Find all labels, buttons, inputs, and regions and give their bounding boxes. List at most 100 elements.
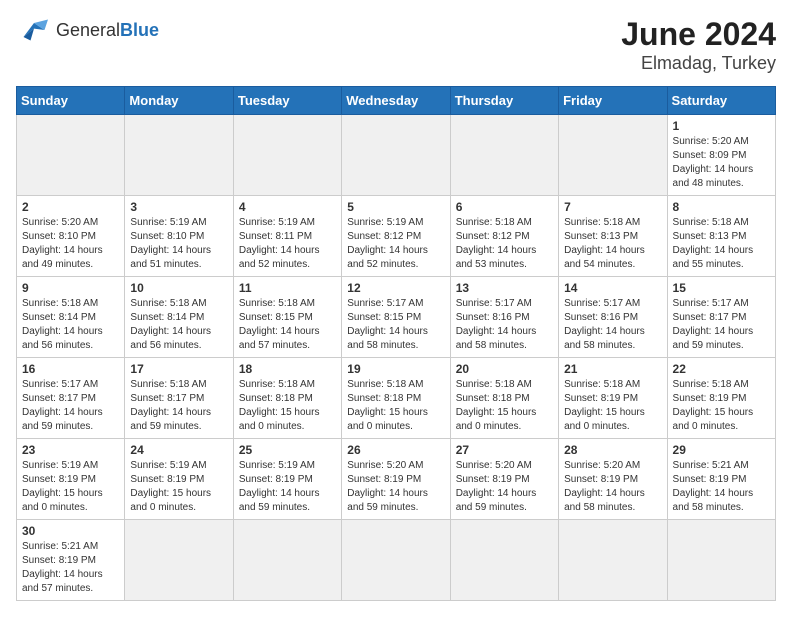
day-info: Sunrise: 5:18 AM Sunset: 8:18 PM Dayligh… xyxy=(239,378,336,434)
day-info: Sunrise: 5:18 AM Sunset: 8:12 PM Dayligh… xyxy=(456,216,553,272)
day-info: Sunrise: 5:20 AM Sunset: 8:09 PM Dayligh… xyxy=(673,135,770,191)
day-number: 5 xyxy=(347,200,444,214)
calendar-cell xyxy=(125,520,233,601)
day-number: 8 xyxy=(673,200,770,214)
col-friday: Friday xyxy=(559,87,667,115)
day-number: 7 xyxy=(564,200,661,214)
calendar-subtitle: Elmadag, Turkey xyxy=(621,53,776,74)
page-header: GeneralBlue June 2024 Elmadag, Turkey xyxy=(16,16,776,74)
day-number: 20 xyxy=(456,362,553,376)
day-number: 12 xyxy=(347,281,444,295)
calendar-cell: 11Sunrise: 5:18 AM Sunset: 8:15 PM Dayli… xyxy=(233,277,341,358)
day-number: 21 xyxy=(564,362,661,376)
calendar-cell xyxy=(450,115,558,196)
calendar-cell: 10 Sunrise: 5:18 AM Sunset: 8:14 PM Dayli… xyxy=(125,277,233,358)
col-saturday: Saturday xyxy=(667,87,775,115)
day-number: 2 xyxy=(22,200,119,214)
day-number: 11 xyxy=(239,281,336,295)
calendar-cell: 8 Sunrise: 5:18 AM Sunset: 8:13 PM Daylig… xyxy=(667,196,775,277)
week-row-6: 30 Sunrise: 5:21 AM Sunset: 8:19 PM Dayli… xyxy=(17,520,776,601)
calendar-cell: 17Sunrise: 5:18 AM Sunset: 8:17 PM Dayli… xyxy=(125,358,233,439)
week-row-2: 2 Sunrise: 5:20 AM Sunset: 8:10 PM Daylig… xyxy=(17,196,776,277)
calendar-cell: 5 Sunrise: 5:19 AM Sunset: 8:12 PM Daylig… xyxy=(342,196,450,277)
day-info: Sunrise: 5:18 AM Sunset: 8:14 PM Dayligh… xyxy=(130,297,227,353)
day-info: Sunrise: 5:19 AM Sunset: 8:19 PM Dayligh… xyxy=(22,459,119,515)
day-info: Sunrise: 5:20 AM Sunset: 8:10 PM Dayligh… xyxy=(22,216,119,272)
day-number: 18 xyxy=(239,362,336,376)
calendar-cell xyxy=(559,520,667,601)
calendar-cell: 27 Sunrise: 5:20 AM Sunset: 8:19 PM Dayli… xyxy=(450,439,558,520)
day-info: Sunrise: 5:17 AM Sunset: 8:17 PM Dayligh… xyxy=(673,297,770,353)
day-info: Sunrise: 5:18 AM Sunset: 8:19 PM Dayligh… xyxy=(673,378,770,434)
calendar-cell: 26 Sunrise: 5:20 AM Sunset: 8:19 PM Dayli… xyxy=(342,439,450,520)
calendar-cell xyxy=(233,520,341,601)
day-info: Sunrise: 5:19 AM Sunset: 8:19 PM Dayligh… xyxy=(130,459,227,515)
day-number: 14 xyxy=(564,281,661,295)
week-row-1: 1 Sunrise: 5:20 AM Sunset: 8:09 PM Daylig… xyxy=(17,115,776,196)
calendar-cell xyxy=(667,520,775,601)
day-info: Sunrise: 5:18 AM Sunset: 8:19 PM Dayligh… xyxy=(564,378,661,434)
day-info: Sunrise: 5:20 AM Sunset: 8:19 PM Dayligh… xyxy=(347,459,444,515)
day-number: 22 xyxy=(673,362,770,376)
day-number: 3 xyxy=(130,200,227,214)
week-row-4: 16 Sunrise: 5:17 AM Sunset: 8:17 PM Dayli… xyxy=(17,358,776,439)
day-number: 16 xyxy=(22,362,119,376)
day-info: Sunrise: 5:18 AM Sunset: 8:18 PM Dayligh… xyxy=(347,378,444,434)
calendar-cell: 16 Sunrise: 5:17 AM Sunset: 8:17 PM Dayli… xyxy=(17,358,125,439)
day-info: Sunrise: 5:18 AM Sunset: 8:14 PM Dayligh… xyxy=(22,297,119,353)
calendar-cell: 15 Sunrise: 5:17 AM Sunset: 8:17 PM Dayli… xyxy=(667,277,775,358)
logo-text: GeneralBlue xyxy=(56,20,159,41)
calendar-cell: 21 Sunrise: 5:18 AM Sunset: 8:19 PM Dayli… xyxy=(559,358,667,439)
calendar-title-block: June 2024 Elmadag, Turkey xyxy=(621,16,776,74)
day-info: Sunrise: 5:20 AM Sunset: 8:19 PM Dayligh… xyxy=(564,459,661,515)
calendar-cell: 6 Sunrise: 5:18 AM Sunset: 8:12 PM Daylig… xyxy=(450,196,558,277)
calendar-cell: 28 Sunrise: 5:20 AM Sunset: 8:19 PM Dayli… xyxy=(559,439,667,520)
calendar-cell: 20 Sunrise: 5:18 AM Sunset: 8:18 PM Dayli… xyxy=(450,358,558,439)
calendar-cell xyxy=(342,520,450,601)
day-info: Sunrise: 5:20 AM Sunset: 8:19 PM Dayligh… xyxy=(456,459,553,515)
col-wednesday: Wednesday xyxy=(342,87,450,115)
calendar-cell: 22 Sunrise: 5:18 AM Sunset: 8:19 PM Dayli… xyxy=(667,358,775,439)
day-info: Sunrise: 5:19 AM Sunset: 8:12 PM Dayligh… xyxy=(347,216,444,272)
day-number: 13 xyxy=(456,281,553,295)
col-sunday: Sunday xyxy=(17,87,125,115)
day-info: Sunrise: 5:17 AM Sunset: 8:17 PM Dayligh… xyxy=(22,378,119,434)
calendar-cell: 18 Sunrise: 5:18 AM Sunset: 8:18 PM Dayli… xyxy=(233,358,341,439)
calendar-cell: 19 Sunrise: 5:18 AM Sunset: 8:18 PM Dayli… xyxy=(342,358,450,439)
day-number: 15 xyxy=(673,281,770,295)
calendar-cell: 9Sunrise: 5:18 AM Sunset: 8:14 PM Daylig… xyxy=(17,277,125,358)
day-info: Sunrise: 5:18 AM Sunset: 8:17 PM Dayligh… xyxy=(130,378,227,434)
calendar-cell: 1 Sunrise: 5:20 AM Sunset: 8:09 PM Daylig… xyxy=(667,115,775,196)
day-info: Sunrise: 5:19 AM Sunset: 8:11 PM Dayligh… xyxy=(239,216,336,272)
col-tuesday: Tuesday xyxy=(233,87,341,115)
day-info: Sunrise: 5:21 AM Sunset: 8:19 PM Dayligh… xyxy=(22,540,119,596)
logo: GeneralBlue xyxy=(16,16,159,44)
day-number: 27 xyxy=(456,443,553,457)
day-number: 30 xyxy=(22,524,119,538)
day-number: 26 xyxy=(347,443,444,457)
col-thursday: Thursday xyxy=(450,87,558,115)
col-monday: Monday xyxy=(125,87,233,115)
calendar-cell: 25Sunrise: 5:19 AM Sunset: 8:19 PM Dayli… xyxy=(233,439,341,520)
day-number: 24 xyxy=(130,443,227,457)
day-info: Sunrise: 5:18 AM Sunset: 8:13 PM Dayligh… xyxy=(673,216,770,272)
day-info: Sunrise: 5:17 AM Sunset: 8:15 PM Dayligh… xyxy=(347,297,444,353)
day-number: 10 xyxy=(130,281,227,295)
calendar-cell: 4 Sunrise: 5:19 AM Sunset: 8:11 PM Daylig… xyxy=(233,196,341,277)
calendar-cell xyxy=(450,520,558,601)
day-number: 28 xyxy=(564,443,661,457)
calendar-cell xyxy=(559,115,667,196)
day-info: Sunrise: 5:18 AM Sunset: 8:18 PM Dayligh… xyxy=(456,378,553,434)
week-row-5: 23 Sunrise: 5:19 AM Sunset: 8:19 PM Dayli… xyxy=(17,439,776,520)
day-number: 4 xyxy=(239,200,336,214)
calendar-cell xyxy=(17,115,125,196)
calendar-table: Sunday Monday Tuesday Wednesday Thursday… xyxy=(16,86,776,601)
day-number: 23 xyxy=(22,443,119,457)
day-info: Sunrise: 5:17 AM Sunset: 8:16 PM Dayligh… xyxy=(564,297,661,353)
day-info: Sunrise: 5:19 AM Sunset: 8:19 PM Dayligh… xyxy=(239,459,336,515)
day-number: 1 xyxy=(673,119,770,133)
day-number: 6 xyxy=(456,200,553,214)
calendar-title: June 2024 xyxy=(621,16,776,53)
day-number: 19 xyxy=(347,362,444,376)
day-info: Sunrise: 5:19 AM Sunset: 8:10 PM Dayligh… xyxy=(130,216,227,272)
